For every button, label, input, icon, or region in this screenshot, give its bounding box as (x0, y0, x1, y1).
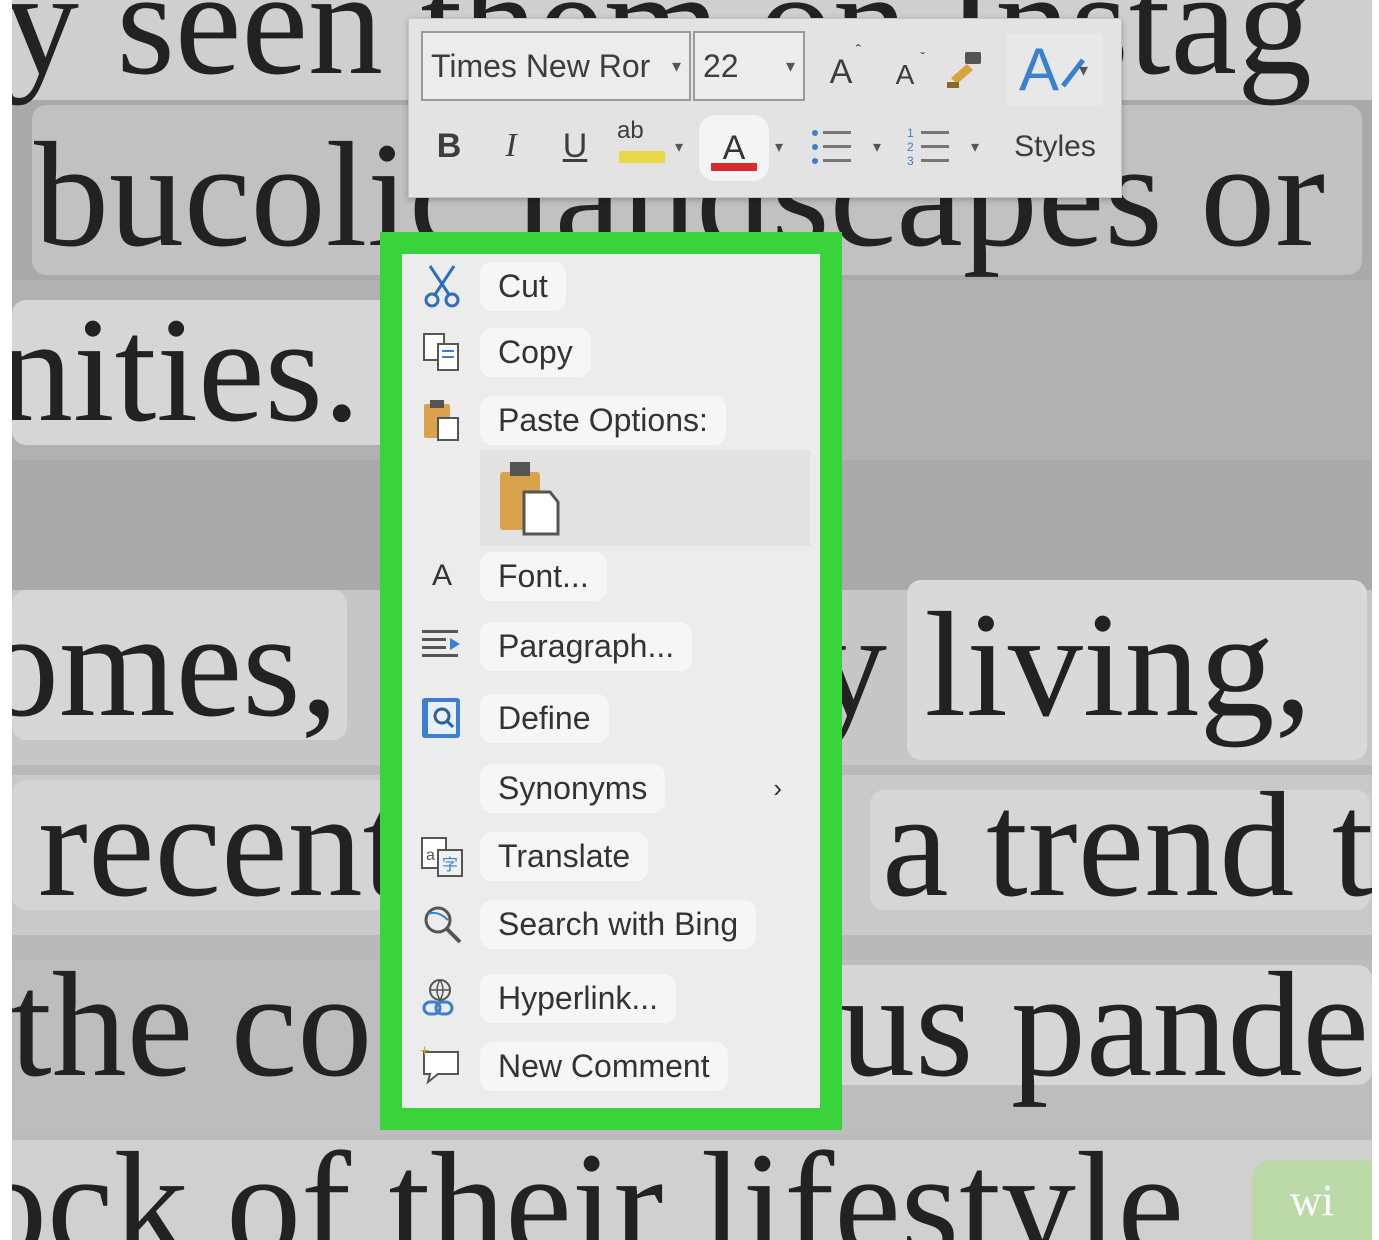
paragraph-icon (410, 618, 474, 674)
menu-label-cut: Cut (480, 261, 566, 311)
text-effects-button[interactable]: A ▾ (1007, 33, 1103, 105)
up-caret-icon: ˆ (855, 43, 861, 60)
paste-keep-text-icon (500, 462, 560, 536)
font-icon: A (431, 559, 452, 592)
font-name-box[interactable]: Times New Ror ▾ (421, 31, 691, 101)
shrink-font-button[interactable]: A ˇ (885, 49, 925, 97)
format-painter-button[interactable] (939, 43, 991, 97)
bullets-dropdown-icon[interactable]: ▾ (873, 137, 881, 157)
format-painter-icon (947, 52, 981, 88)
bold-icon: B (436, 126, 462, 165)
down-caret-icon: ˇ (920, 49, 925, 65)
font-size-value: 22 (703, 47, 739, 84)
menu-label-copy: Copy (480, 327, 591, 377)
shrink-font-icon: A (895, 59, 915, 90)
svg-text:a: a (426, 847, 435, 864)
numbering-button[interactable]: 1 2 3 (903, 119, 957, 177)
font-color-dropdown-icon[interactable]: ▾ (775, 137, 783, 157)
menu-item-paragraph[interactable]: Paragraph... (402, 614, 820, 678)
font-size-box[interactable]: 22 ▾ (693, 31, 805, 101)
menu-item-search-bing[interactable]: Search with Bing (402, 892, 820, 956)
menu-label-define: Define (480, 693, 609, 743)
svg-text:3: 3 (907, 154, 914, 168)
underline-icon: U (562, 126, 588, 165)
paste-options-area (480, 450, 810, 546)
menu-label-hyperlink: Hyperlink... (480, 973, 677, 1023)
corner-badge: wi (1252, 1160, 1372, 1240)
menu-item-paste-options: Paste Options: (402, 388, 820, 452)
corner-text: wi (1290, 1175, 1334, 1225)
doc-line-6: recent (38, 762, 405, 928)
menu-label-search-bing: Search with Bing (480, 899, 757, 949)
svg-text:字: 字 (442, 856, 458, 874)
svg-text:▾: ▾ (1079, 60, 1088, 80)
scissors-icon (410, 258, 474, 314)
doc-line-8: the co (12, 942, 373, 1108)
paste-keep-text-button[interactable] (494, 458, 564, 538)
menu-label-font: Font... (480, 551, 607, 601)
context-menu: Cut Copy Paste Options: A Font... Paragr… (402, 254, 820, 1108)
paste-icon (410, 392, 474, 448)
font-color-button[interactable]: A (699, 115, 769, 181)
svg-text:2: 2 (907, 140, 914, 154)
styles-label: Styles (1014, 130, 1096, 163)
doc-line-3: nities. (12, 287, 361, 453)
bullets-icon (812, 130, 851, 164)
menu-label-translate: Translate (480, 831, 649, 881)
doc-line-4: omes, (12, 582, 339, 748)
highlight-swatch (619, 151, 665, 163)
menu-item-copy[interactable]: Copy (402, 320, 820, 384)
copy-icon (410, 324, 474, 380)
menu-label-paragraph: Paragraph... (480, 621, 693, 671)
search-bing-icon (410, 896, 474, 952)
grow-font-button[interactable]: A ˆ (819, 43, 863, 97)
doc-line-7: a trend t (882, 762, 1372, 928)
doc-line-5: y living, (812, 582, 1313, 748)
define-icon (410, 690, 474, 746)
menu-item-new-comment[interactable]: + New Comment (402, 1034, 820, 1098)
font-color-swatch (711, 163, 757, 171)
menu-label-synonyms: Synonyms (480, 763, 666, 813)
menu-label-paste-options: Paste Options: (480, 395, 726, 445)
dropdown-caret-icon[interactable]: ▾ (786, 56, 795, 77)
menu-item-font[interactable]: A Font... (402, 544, 820, 608)
menu-item-synonyms[interactable]: Synonyms › (402, 756, 820, 820)
menu-item-hyperlink[interactable]: Hyperlink... (402, 966, 820, 1030)
italic-icon: I (505, 127, 517, 164)
dropdown-caret-icon[interactable]: ▾ (672, 56, 681, 77)
numbering-dropdown-icon[interactable]: ▾ (971, 137, 979, 157)
highlight-dropdown-icon[interactable]: ▾ (675, 137, 683, 157)
text-effects-icon: A ▾ (1019, 36, 1088, 102)
svg-text:+: + (420, 1044, 429, 1060)
menu-item-cut[interactable]: Cut (402, 254, 820, 318)
font-color-icon: A (722, 128, 746, 167)
styles-button[interactable]: Styles (1005, 119, 1105, 175)
highlight-button[interactable]: ab (613, 115, 669, 177)
bullets-button[interactable] (805, 119, 859, 177)
menu-label-new-comment: New Comment (480, 1041, 728, 1091)
underline-button[interactable]: U (553, 119, 597, 173)
bold-button[interactable]: B (427, 119, 471, 173)
font-name-value: Times New Ror (431, 47, 651, 84)
menu-item-define[interactable]: Define (402, 686, 820, 750)
doc-line-9: us pande (840, 942, 1370, 1108)
menu-item-translate[interactable]: a 字 Translate (402, 824, 820, 888)
doc-line-10: ock of their lifestyle (12, 1122, 1185, 1240)
submenu-arrow-icon: › (773, 772, 782, 803)
hyperlink-icon (410, 970, 474, 1026)
svg-text:A: A (1019, 36, 1059, 102)
new-comment-icon: + (410, 1038, 474, 1094)
highlight-icon: ab (617, 117, 644, 144)
italic-button[interactable]: I (489, 119, 533, 173)
grow-font-icon: A (829, 52, 853, 91)
mini-toolbar: Times New Ror ▾ 22 ▾ A ˆ A ˇ A ▾ B I U a… (408, 18, 1122, 198)
svg-text:1: 1 (907, 126, 914, 140)
translate-icon: a 字 (410, 828, 474, 884)
numbering-icon: 1 2 3 (907, 126, 949, 168)
